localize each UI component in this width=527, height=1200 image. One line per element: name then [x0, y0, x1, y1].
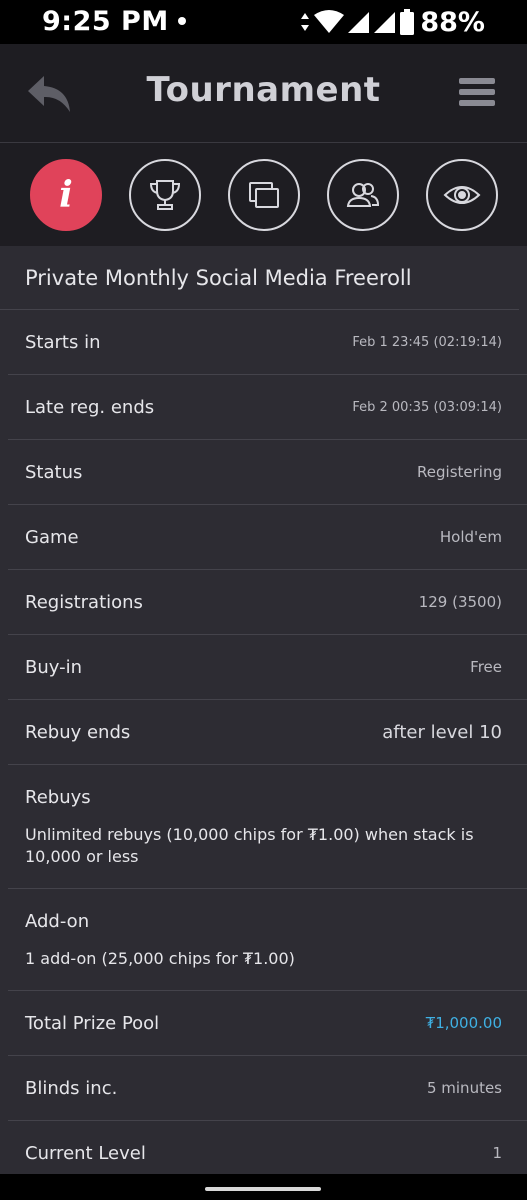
row-value: Hold'em [439, 528, 502, 546]
row-label: Game [25, 526, 79, 548]
row-value: Registering [417, 463, 502, 481]
row-value: Free [470, 658, 502, 676]
row-value: Feb 2 00:35 (03:09:14) [352, 399, 502, 415]
block-text: 1 add-on (25,000 chips for ₮1.00) [25, 949, 295, 968]
block-text: Unlimited rebuys (10,000 chips for ₮1.00… [25, 825, 474, 866]
home-gesture-handle[interactable] [205, 1187, 321, 1191]
block-label: Rebuys [25, 787, 91, 808]
detail-row-late-reg: Late reg. ends Feb 2 00:35 (03:09:14) [8, 375, 527, 440]
detail-row-starts-in: Starts in Feb 1 23:45 (02:19:14) [8, 310, 527, 375]
detail-row-blinds: Blinds inc. 5 minutes [8, 1056, 527, 1121]
detail-row-status: Status Registering [8, 440, 527, 505]
tables-icon [249, 182, 279, 208]
status-icons: 88% [300, 6, 485, 38]
status-time: 9:25 PM [42, 6, 169, 37]
app-header: Tournament [0, 44, 527, 142]
detail-row-buy-in: Buy-in Free [8, 635, 527, 700]
row-label: Late reg. ends [25, 396, 155, 418]
row-label: Rebuy ends [25, 721, 131, 743]
row-label: Current Level [25, 1142, 146, 1164]
detail-row-current-level: Current Level 1 [8, 1121, 527, 1174]
row-label: Total Prize Pool [25, 1012, 160, 1034]
detail-row-game: Game Hold'em [8, 505, 527, 570]
tab-info[interactable]: i [30, 159, 102, 231]
tab-prizes[interactable] [129, 159, 201, 231]
info-icon: i [59, 174, 73, 216]
battery-percent: 88% [420, 6, 485, 38]
row-value: 5 minutes [426, 1079, 502, 1097]
tournament-details[interactable]: Private Monthly Social Media Freeroll St… [0, 246, 527, 1174]
row-value: Feb 1 23:45 (02:19:14) [352, 334, 502, 350]
notification-dot-icon [178, 17, 186, 25]
row-value: 1 [492, 1144, 502, 1162]
wifi-icon [314, 10, 345, 33]
trophy-icon [149, 180, 181, 210]
status-bar: 9:25 PM 88% [0, 0, 527, 44]
row-label: Starts in [25, 331, 101, 353]
page-title: Tournament [146, 70, 381, 110]
row-label: Status [25, 461, 83, 483]
eye-icon [443, 186, 481, 204]
tab-bar: i [0, 142, 527, 246]
row-label: Blinds inc. [25, 1077, 118, 1099]
row-value: 129 (3500) [418, 593, 502, 611]
signal-icon [348, 12, 370, 33]
tournament-name: Private Monthly Social Media Freeroll [0, 246, 519, 310]
detail-row-registrations: Registrations 129 (3500) [8, 570, 527, 635]
row-label: Buy-in [25, 656, 82, 678]
tab-observe[interactable] [426, 159, 498, 231]
players-icon [346, 183, 380, 207]
row-label: Registrations [25, 591, 143, 613]
row-value: after level 10 [382, 721, 502, 743]
tab-players[interactable] [327, 159, 399, 231]
battery-icon [400, 9, 415, 35]
detail-block-addon: Add-on 1 add-on (25,000 chips for ₮1.00) [8, 889, 527, 991]
detail-row-rebuy-ends: Rebuy ends after level 10 [8, 700, 527, 765]
data-arrows-icon [301, 13, 310, 31]
block-label: Add-on [25, 911, 90, 932]
row-value: ₮1,000.00 [425, 1014, 502, 1032]
detail-block-rebuys: Rebuys Unlimited rebuys (10,000 chips fo… [8, 765, 527, 889]
tab-tables[interactable] [228, 159, 300, 231]
menu-button[interactable] [459, 78, 495, 108]
system-nav-bar [0, 1174, 527, 1200]
detail-row-prize-pool: Total Prize Pool ₮1,000.00 [8, 991, 527, 1056]
hamburger-menu-icon [459, 78, 495, 84]
signal-icon [374, 12, 396, 33]
